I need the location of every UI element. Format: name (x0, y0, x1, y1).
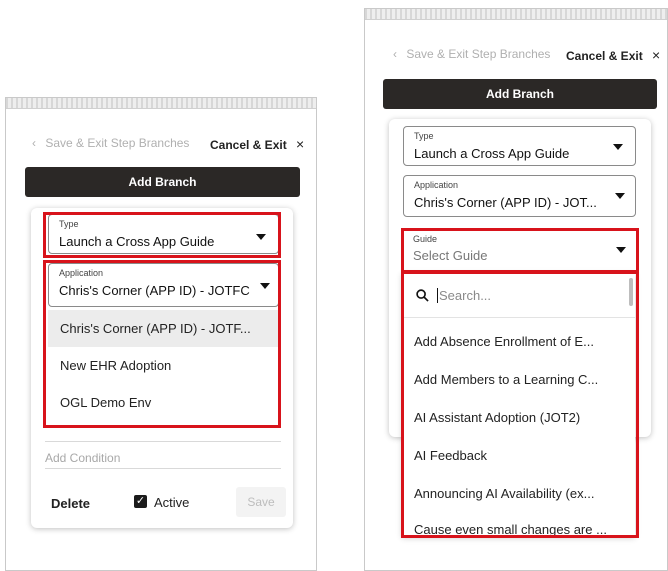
type-select[interactable]: Type Launch a Cross App Guide (403, 126, 636, 166)
add-branch-button[interactable]: Add Branch (383, 79, 657, 109)
application-label: Application (414, 180, 459, 190)
left-step-branches-panel: ‹ Save & Exit Step Branches Cancel & Exi… (5, 97, 317, 571)
back-chevron-icon[interactable]: ‹ (32, 136, 36, 150)
save-exit-link[interactable]: Save & Exit Step Branches (45, 136, 189, 150)
panel-header-texture (365, 9, 667, 20)
application-value: Chris's Corner (APP ID) - JOT... (414, 195, 597, 210)
cancel-exit-label: Cancel & Exit (566, 49, 643, 63)
right-step-branches-panel: ‹ Save & Exit Step Branches Cancel & Exi… (364, 8, 668, 571)
add-condition-input[interactable]: Add Condition (45, 451, 120, 465)
divider (45, 441, 281, 442)
cancel-exit-label: Cancel & Exit (210, 138, 287, 152)
highlight-type-select (43, 212, 281, 258)
save-exit-link[interactable]: Save & Exit Step Branches (406, 47, 550, 61)
close-icon[interactable]: × (296, 136, 304, 152)
cancel-exit-button[interactable]: Cancel & Exit × (566, 47, 660, 63)
add-branch-button[interactable]: Add Branch (25, 167, 300, 197)
highlight-application-dropdown (43, 260, 281, 428)
active-label: Active (154, 495, 190, 510)
chevron-down-icon[interactable] (615, 193, 625, 199)
close-icon[interactable]: × (652, 47, 660, 63)
highlight-guide-dropdown (401, 270, 639, 538)
back-chevron-icon[interactable]: ‹ (393, 47, 397, 61)
type-label: Type (414, 131, 434, 141)
type-value: Launch a Cross App Guide (414, 146, 570, 161)
top-bar: ‹ Save & Exit Step Branches (32, 136, 189, 150)
divider (45, 468, 281, 469)
panel-header-texture (6, 98, 316, 109)
top-bar: ‹ Save & Exit Step Branches (393, 47, 550, 61)
active-checkbox[interactable]: ✓ (134, 495, 147, 508)
highlight-guide-select (401, 228, 639, 274)
delete-button[interactable]: Delete (51, 496, 90, 511)
cancel-exit-button[interactable]: Cancel & Exit × (210, 136, 304, 152)
application-select[interactable]: Application Chris's Corner (APP ID) - JO… (403, 175, 636, 217)
chevron-down-icon[interactable] (613, 144, 623, 150)
save-button[interactable]: Save (236, 487, 286, 517)
